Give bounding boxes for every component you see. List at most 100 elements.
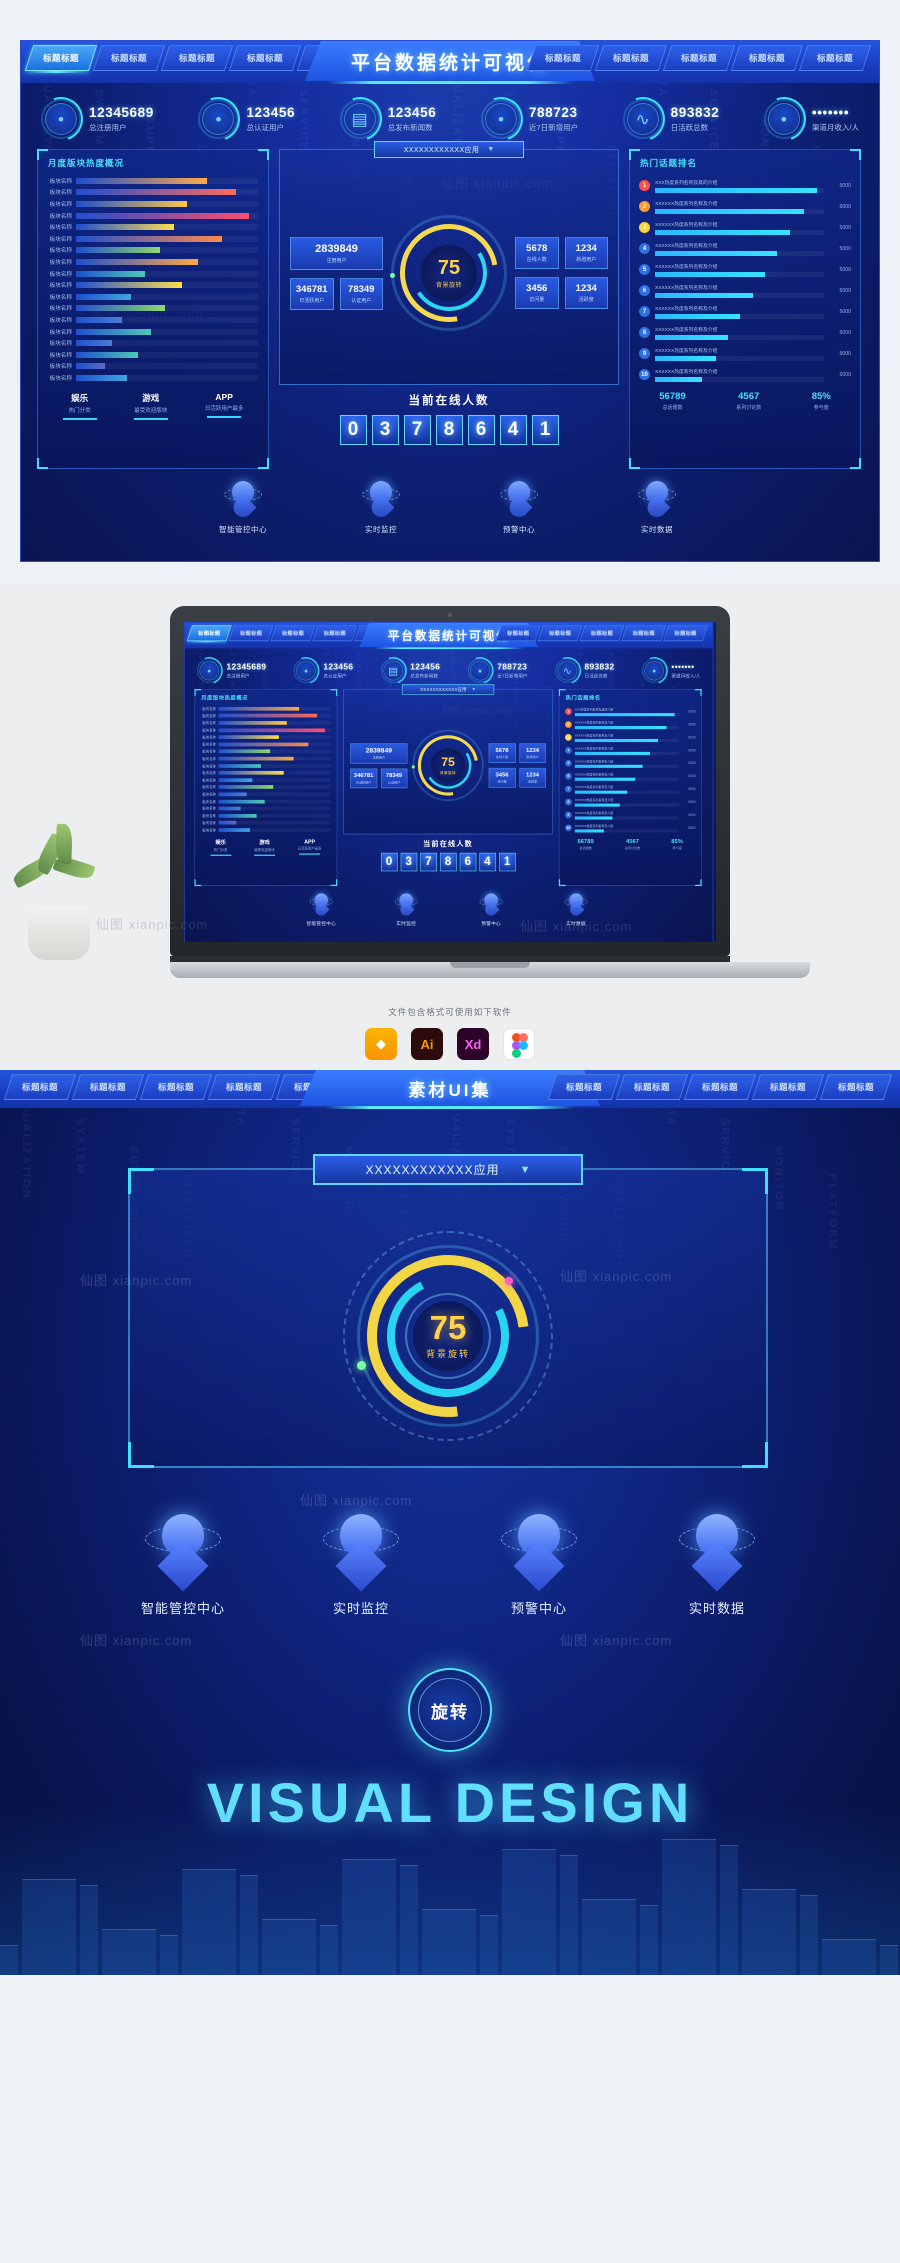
footer-label: 总话题数	[662, 405, 683, 411]
rotate-badge[interactable]: 旋转	[408, 1668, 492, 1752]
stat-label: 近7日新增用户	[528, 123, 579, 132]
ranking-count: 5000	[688, 735, 696, 740]
bar-label: 板块名称	[49, 236, 72, 243]
counter-digit: 0	[339, 415, 367, 445]
metric-cell: 2839849 注册用户	[290, 236, 383, 270]
ranking-track	[574, 725, 679, 729]
tab-item[interactable]: 标题标题	[24, 45, 98, 71]
stat-label: 日活跃总数	[670, 123, 709, 132]
tab-label: 标题标题	[748, 53, 785, 63]
metric-value: 346781	[295, 283, 328, 295]
stat-value: 788723	[528, 105, 578, 120]
legend-underline	[207, 415, 242, 418]
tab-item[interactable]: 标题标题	[71, 1074, 145, 1100]
footer-value: 4567	[626, 838, 640, 845]
ranking-text: XXXXXX热度系列名称及介绍	[655, 306, 718, 312]
legend-item: APP 日活跃用户最多	[298, 838, 322, 855]
bar-row: 板块名称	[200, 805, 331, 812]
bar-label: 板块名称	[202, 828, 217, 833]
bar-label: 板块名称	[202, 807, 217, 812]
feature-icon-item[interactable]: 预警中心	[476, 479, 562, 535]
feature-icon-label: 实时监控	[396, 920, 417, 927]
watermark: 仙图 xianpic.com	[80, 1633, 193, 1648]
tab-item[interactable]: 标题标题	[594, 45, 668, 71]
title-underline	[327, 81, 573, 84]
tab-item[interactable]: 标题标题	[730, 45, 804, 71]
bar-row: 板块名称	[46, 198, 258, 210]
tab-item[interactable]: 标题标题	[547, 1074, 621, 1100]
skyline-block	[422, 1909, 476, 1975]
tab-item[interactable]: 标题标题	[228, 45, 302, 71]
tab-item: 标题标题	[228, 625, 274, 642]
uikit-app-selector[interactable]: XXXXXXXXXXXX应用 ▼	[313, 1154, 583, 1185]
metric-value: 1234	[575, 243, 597, 254]
bar-row: 板块名称	[200, 727, 331, 734]
tab-item[interactable]: 标题标题	[798, 45, 872, 71]
brain-control-icon	[223, 479, 263, 521]
bar-track	[218, 820, 331, 825]
app-selector[interactable]: XXXXXXXXXXXX应用 ▼	[374, 141, 524, 158]
funnel-data-icon	[637, 479, 677, 521]
tab-item[interactable]: 标题标题	[662, 45, 736, 71]
flat-dashboard-section: VISUALIZATIONSYSTEMSUPERVISIONINTELLIGEN…	[0, 0, 900, 584]
tab-item: 标题标题	[663, 625, 708, 642]
bar-row: 板块名称	[46, 233, 258, 245]
stat-label: 总认证用户	[246, 123, 284, 132]
ranking-row: 6 XXXXXX热度系列名称及介绍 5000	[564, 770, 695, 783]
gauge-wrap: 75 背景旋转	[380, 172, 518, 374]
feature-icon-item[interactable]: 实时数据	[614, 479, 700, 535]
tab-label: 标题标题	[548, 630, 572, 637]
bar-track	[76, 374, 258, 381]
tab-item[interactable]: 标题标题	[207, 1074, 281, 1100]
ranking-row: 3 XXXXXX热度系列名称及介绍 5000	[639, 217, 851, 238]
left-panel-title: 月度版块热度概况	[48, 158, 125, 168]
bar-track	[218, 706, 331, 711]
mid-left-cells: 2839849 注册用户 346781 日活跃用户 78349 认证用户	[350, 703, 408, 827]
bar-fill	[218, 778, 253, 782]
bottom-icon-row: 智能管控中心 实时监控 预警中心 实时数据	[185, 886, 713, 927]
module-heat-panel: 月度版块热度概况 板块名称 板块名称 板块名称 板块名称 板块名称 板块名称 板块名称 板块名…	[194, 689, 338, 887]
tab-item[interactable]: 标题标题	[751, 1074, 825, 1100]
tab-item[interactable]: 标题标题	[139, 1074, 213, 1100]
tab-item[interactable]: 标题标题	[683, 1074, 757, 1100]
tab-item[interactable]: 标题标题	[92, 45, 166, 71]
pulse-icon: ∿	[554, 658, 580, 683]
tab-label: 标题标题	[21, 1082, 58, 1092]
legend-underline	[254, 854, 275, 856]
app-selector-value: XXXXXXXXXXXX应用	[420, 687, 467, 692]
tab-item[interactable]: 标题标题	[3, 1074, 77, 1100]
tab-item[interactable]: 标题标题	[160, 45, 234, 71]
metric-value: 5678	[495, 746, 509, 754]
stat-item: • 123456 总认证用户	[198, 99, 295, 139]
stat-label: 日活跃总数	[584, 673, 608, 679]
uikit-feature-label: 预警中心	[510, 1601, 567, 1616]
feature-icon-item[interactable]: 实时监控	[338, 479, 424, 535]
uikit-tabs-left: 标题标题标题标题标题标题标题标题标题标题	[3, 1070, 349, 1104]
rank-badge: 5	[564, 759, 572, 767]
tab-item[interactable]: 标题标题	[615, 1074, 689, 1100]
bar-fill	[218, 713, 318, 718]
bar-fill	[76, 189, 237, 196]
uikit-feature-icon[interactable]: 实时监控	[301, 1510, 421, 1617]
stat-item: • 788723 近7日新增用户	[467, 658, 528, 683]
tab-item[interactable]: 标题标题	[526, 45, 600, 71]
figma-dot	[519, 1041, 528, 1050]
tab-label: 标题标题	[178, 53, 215, 63]
bar-track	[76, 293, 258, 300]
metric-label: 访问量	[529, 297, 545, 303]
tab-item[interactable]: 标题标题	[819, 1074, 893, 1100]
feature-icon-item[interactable]: 智能管控中心	[200, 479, 286, 535]
stat-item: • 788723 近7日新增用户	[480, 99, 579, 139]
ranking-track	[574, 803, 679, 807]
rank-badge: 1	[639, 180, 650, 191]
bar-row: 板块名称	[200, 719, 331, 726]
footer-value: 85%	[811, 391, 831, 402]
module-heat-panel: 月度版块热度概况 板块名称 板块名称 板块名称 板块名称 板块名称 板块名称 板块名称 板块名…	[37, 149, 269, 469]
bar-fill	[76, 305, 166, 312]
bar-track	[218, 756, 331, 761]
uikit-feature-icon[interactable]: 实时数据	[657, 1510, 777, 1617]
uikit-feature-icon[interactable]: 智能管控中心	[123, 1510, 243, 1617]
feature-icon-item: 智能管控中心	[295, 892, 348, 926]
uikit-feature-icon[interactable]: 预警中心	[479, 1510, 599, 1617]
bar-track	[76, 247, 258, 254]
